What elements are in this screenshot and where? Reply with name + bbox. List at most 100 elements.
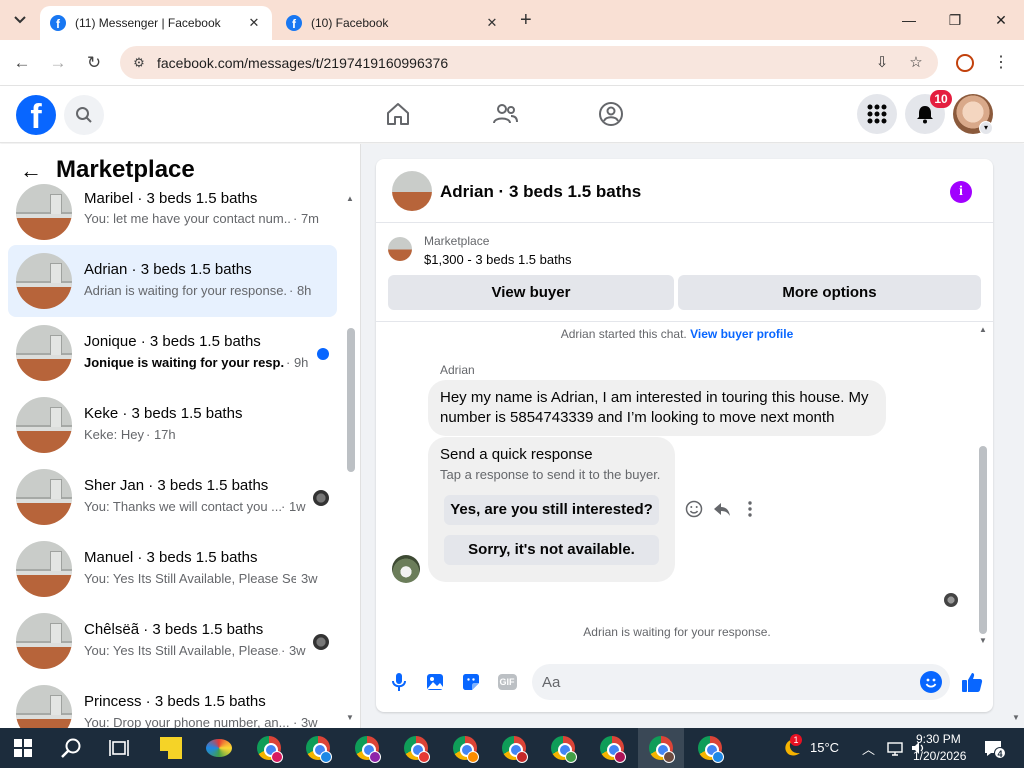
seen-avatar [313, 490, 329, 506]
bell-icon [917, 106, 933, 124]
clock-date[interactable]: 1/20/2026 [913, 749, 966, 763]
browser-menu-icon[interactable]: ⋮ [990, 52, 1012, 74]
conversation-snippet: You: let me have your contact num... [84, 211, 292, 226]
reload-button[interactable]: ↻ [82, 51, 106, 75]
conversation-snippet: You: Yes Its Still Available, Please Se.… [84, 571, 296, 586]
divider [376, 321, 993, 322]
sender-name: Adrian [440, 363, 475, 377]
new-tab-button[interactable]: + [520, 10, 532, 30]
home-icon[interactable] [384, 100, 412, 128]
url-text[interactable]: facebook.com/messages/t/2197419160996376 [157, 55, 448, 71]
waiting-notice: Adrian is waiting for your response. [583, 625, 771, 639]
sender-avatar[interactable] [392, 555, 420, 583]
chrome-taskbar-item[interactable] [393, 728, 439, 768]
install-app-icon[interactable]: ⇩ [872, 53, 892, 73]
scroll-down-arrow[interactable]: ▼ [346, 713, 354, 722]
menu-grid-button[interactable] [857, 94, 897, 134]
sticky-notes-app[interactable] [148, 728, 194, 768]
groups-icon[interactable] [597, 100, 625, 128]
minimize-button[interactable]: — [899, 10, 919, 30]
tab-close-icon[interactable]: ✕ [484, 15, 500, 31]
profile-badge [712, 751, 724, 763]
quick-response-title: Send a quick response [440, 446, 593, 463]
more-options-button[interactable]: More options [678, 275, 981, 310]
quick-response-option[interactable]: Sorry, it's not available. [444, 535, 659, 565]
like-thumbs-up-icon[interactable] [960, 670, 984, 694]
browser-profile-icon[interactable] [956, 54, 974, 72]
listing-title: $1,300 - 3 beds 1.5 baths [424, 252, 572, 267]
listing-thumbnail [16, 184, 72, 240]
chat-scrollbar[interactable] [979, 446, 987, 634]
chrome-taskbar-item[interactable] [442, 728, 488, 768]
chrome-taskbar-item[interactable] [295, 728, 341, 768]
tab-facebook[interactable]: f (10) Facebook ✕ [276, 6, 510, 40]
friends-icon[interactable] [491, 100, 519, 128]
facebook-logo[interactable]: f [16, 95, 56, 135]
view-buyer-button[interactable]: View buyer [388, 275, 674, 310]
sticker-icon[interactable] [460, 671, 482, 693]
conversation-item[interactable]: Princess · 3 beds 1.5 baths You: Drop yo… [8, 677, 337, 728]
action-center-button[interactable]: 4 [983, 738, 1006, 759]
info-icon[interactable]: i [950, 181, 972, 203]
profile-badge [467, 751, 479, 763]
task-view-button[interactable] [96, 728, 142, 768]
forward-button[interactable]: → [46, 51, 70, 75]
clock-time[interactable]: 9:30 PM [916, 732, 961, 746]
conversation-item[interactable]: Jonique · 3 beds 1.5 baths Jonique is wa… [8, 317, 337, 389]
search-button[interactable] [64, 95, 104, 135]
react-smiley-icon[interactable] [684, 499, 704, 519]
conversation-name: Sher Jan · 3 beds 1.5 baths [84, 477, 269, 494]
chrome-taskbar-item[interactable] [687, 728, 733, 768]
gif-button[interactable]: GIF [496, 671, 518, 693]
site-info-icon[interactable]: ⚙ [130, 54, 148, 72]
message-composer[interactable] [532, 664, 950, 700]
incoming-message-bubble[interactable]: Hey my name is Adrian, I am interested i… [428, 380, 886, 436]
chrome-taskbar-item[interactable] [540, 728, 586, 768]
conversation-list-scrollbar[interactable] [347, 328, 355, 472]
tray-chevron-up-icon[interactable]: ︿ [862, 739, 875, 758]
scroll-up-arrow[interactable]: ▲ [346, 194, 354, 203]
bookmark-star-icon[interactable]: ☆ [906, 53, 926, 73]
more-vertical-icon[interactable] [740, 499, 760, 519]
close-window-button[interactable]: ✕ [991, 10, 1011, 30]
chat-scroll-up-arrow[interactable]: ▲ [979, 325, 987, 334]
photo-icon[interactable] [424, 671, 446, 693]
tab-close-icon[interactable]: ✕ [246, 15, 262, 31]
microphone-icon[interactable] [388, 671, 410, 693]
network-icon[interactable] [886, 739, 904, 757]
paint-app[interactable] [196, 728, 242, 768]
emoji-icon[interactable] [920, 671, 942, 693]
conversation-item[interactable]: Sher Jan · 3 beds 1.5 baths You: Thanks … [8, 461, 337, 533]
back-button[interactable]: ← [10, 51, 34, 75]
message-input[interactable] [542, 664, 902, 700]
conversation-item[interactable]: Manuel · 3 beds 1.5 baths You: Yes Its S… [8, 533, 337, 605]
conversation-item[interactable]: Maribel · 3 beds 1.5 baths You: let me h… [8, 176, 337, 248]
tab-search-chevron-down-icon[interactable] [8, 8, 32, 32]
chrome-taskbar-item[interactable] [589, 728, 635, 768]
tab-messenger[interactable]: f (11) Messenger | Facebook ✕ [40, 6, 272, 40]
conversation-item-selected[interactable]: Adrian · 3 beds 1.5 baths Adrian is wait… [8, 245, 337, 317]
maximize-button[interactable]: ❐ [945, 10, 965, 30]
chat-scroll-down-arrow[interactable]: ▼ [979, 636, 987, 645]
account-chevron-down-icon[interactable]: ▾ [979, 121, 993, 135]
weather-widget[interactable]: 1 15°C [776, 728, 846, 768]
chrome-taskbar-item-active[interactable] [638, 728, 684, 768]
chrome-taskbar-item[interactable] [491, 728, 537, 768]
search-icon [61, 738, 81, 758]
taskbar-search-button[interactable] [48, 728, 94, 768]
page-scroll-down-arrow[interactable]: ▼ [1012, 713, 1020, 722]
reply-icon[interactable] [712, 499, 732, 519]
chat-started-text: Adrian started this chat. [560, 327, 687, 341]
conversation-item[interactable]: Chêlsëã · 3 beds 1.5 baths You: Yes Its … [8, 605, 337, 677]
action-center-count: 4 [994, 747, 1006, 759]
address-bar[interactable]: ⚙ facebook.com/messages/t/21974191609963… [120, 46, 938, 79]
start-button[interactable] [0, 728, 46, 768]
view-buyer-profile-link[interactable]: View buyer profile [690, 327, 793, 341]
chrome-taskbar-item[interactable] [246, 728, 292, 768]
quick-response-option[interactable]: Yes, are you still interested? [444, 495, 659, 525]
chat-listing-thumbnail[interactable] [392, 171, 432, 211]
profile-badge [369, 751, 381, 763]
chat-title[interactable]: Adrian · 3 beds 1.5 baths [440, 182, 641, 202]
conversation-item[interactable]: Keke · 3 beds 1.5 baths Keke: Hey · 17h [8, 389, 337, 461]
chrome-taskbar-item[interactable] [344, 728, 390, 768]
